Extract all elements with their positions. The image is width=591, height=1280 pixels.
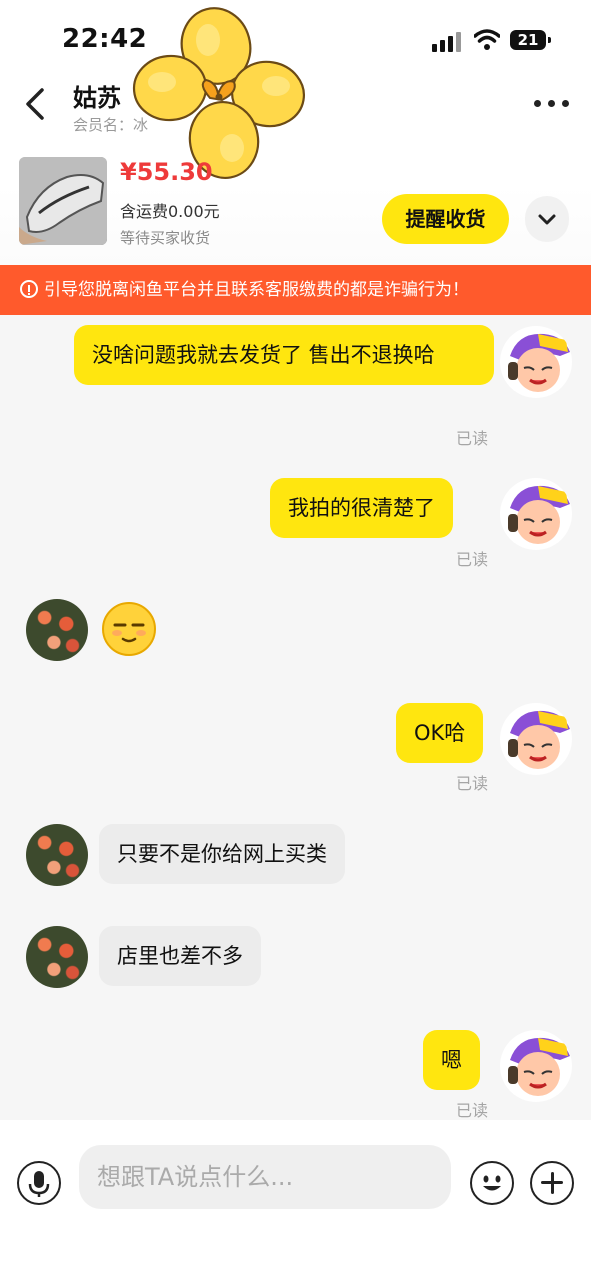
signal-icon <box>432 32 462 52</box>
contact-avatar[interactable] <box>26 926 88 988</box>
my-avatar[interactable] <box>500 703 572 775</box>
chevron-down-icon <box>538 214 556 225</box>
wifi-icon <box>474 29 500 50</box>
message-input[interactable] <box>79 1145 451 1209</box>
microphone-button[interactable] <box>17 1161 61 1205</box>
smug-face-emoji <box>102 602 156 656</box>
contact-avatar[interactable] <box>26 824 88 886</box>
message-bubble-incoming[interactable]: 店里也差不多 <box>99 926 261 986</box>
smile-icon <box>483 1175 501 1191</box>
avatar-image <box>500 478 572 550</box>
message-bubble-outgoing[interactable]: 没啥问题我就去发货了 售出不退换哈 <box>74 325 494 385</box>
product-shipping: 含运费0.00元 <box>120 202 220 221</box>
expand-button[interactable] <box>525 196 569 242</box>
order-status: 等待买家收货 <box>120 229 211 247</box>
message-bubble-incoming[interactable]: 只要不是你给网上买类 <box>99 824 345 884</box>
message-bubble-outgoing[interactable]: OK哈 <box>396 703 484 763</box>
my-avatar[interactable] <box>500 326 572 398</box>
read-status: 已读 <box>456 1101 489 1120</box>
warning-text: 引导您脱离闲鱼平台并且联系客服缴费的都是诈骗行为！ <box>44 280 469 300</box>
fraud-warning-banner: 引导您脱离闲鱼平台并且联系客服缴费的都是诈骗行为！ <box>0 265 591 315</box>
avatar-image <box>500 703 572 775</box>
emoji-button[interactable] <box>470 1161 514 1205</box>
message-bubble-outgoing[interactable]: 我拍的很清楚了 <box>270 478 453 538</box>
product-image[interactable] <box>19 157 107 245</box>
read-status: 已读 <box>456 550 489 569</box>
read-status: 已读 <box>456 774 489 793</box>
add-attachment-button[interactable] <box>530 1161 574 1205</box>
flower-sticker <box>132 7 305 179</box>
microphone-icon <box>28 1171 50 1197</box>
contact-avatar[interactable] <box>26 599 88 661</box>
remind-receipt-button[interactable]: 提醒收货 <box>382 194 509 244</box>
product-price: ¥55.30 <box>120 158 213 186</box>
contact-name: 姑苏 <box>73 84 121 112</box>
my-avatar[interactable] <box>500 478 572 550</box>
battery-indicator: 21 <box>510 30 551 50</box>
my-avatar[interactable] <box>500 1030 572 1102</box>
more-icon[interactable] <box>534 96 570 112</box>
message-bubble-outgoing[interactable]: 嗯 <box>423 1030 480 1090</box>
avatar-image <box>500 326 572 398</box>
sneaker-image <box>19 157 107 245</box>
read-status: 已读 <box>456 429 489 448</box>
back-chevron-icon[interactable] <box>22 86 52 122</box>
warning-icon <box>20 280 38 298</box>
avatar-image <box>500 1030 572 1102</box>
